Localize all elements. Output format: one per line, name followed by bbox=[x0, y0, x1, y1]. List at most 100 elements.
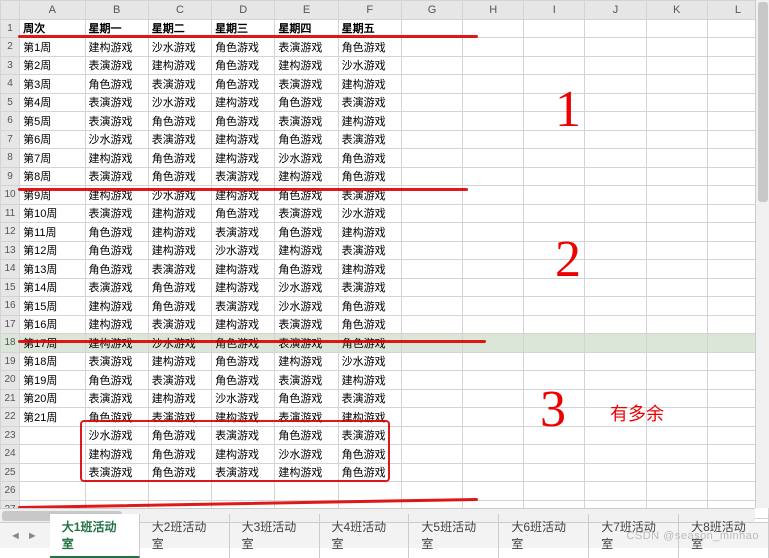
cell[interactable]: 第14周 bbox=[20, 278, 85, 297]
cell[interactable]: 角色游戏 bbox=[85, 408, 148, 427]
cell[interactable]: 表演游戏 bbox=[275, 371, 338, 390]
cell[interactable] bbox=[463, 223, 524, 242]
cell[interactable] bbox=[585, 445, 646, 464]
row-header[interactable]: 1 bbox=[1, 19, 20, 38]
col-header-D[interactable]: D bbox=[212, 1, 275, 20]
cell[interactable] bbox=[524, 204, 585, 223]
cell[interactable] bbox=[524, 93, 585, 112]
cell[interactable] bbox=[463, 371, 524, 390]
sheet-tab[interactable]: 大1班活动室 bbox=[50, 514, 140, 558]
cell[interactable] bbox=[401, 38, 462, 57]
cell[interactable] bbox=[401, 297, 462, 316]
cell[interactable] bbox=[646, 463, 707, 482]
cell[interactable]: 建构游戏 bbox=[212, 149, 275, 168]
cell[interactable]: 第12周 bbox=[20, 241, 85, 260]
cell[interactable] bbox=[524, 149, 585, 168]
cell[interactable] bbox=[524, 389, 585, 408]
cell[interactable]: 表演游戏 bbox=[275, 334, 338, 353]
cell[interactable]: 沙水游戏 bbox=[275, 445, 338, 464]
cell[interactable]: 角色游戏 bbox=[212, 75, 275, 94]
cell[interactable] bbox=[463, 389, 524, 408]
cell[interactable]: 建构游戏 bbox=[85, 315, 148, 334]
cell[interactable] bbox=[646, 389, 707, 408]
cell[interactable]: 星期二 bbox=[148, 19, 211, 38]
cell[interactable] bbox=[524, 223, 585, 242]
cell[interactable] bbox=[463, 315, 524, 334]
spreadsheet-grid[interactable]: A B C D E F G H I J K L 1 周次 星期一 星期二 星期三… bbox=[0, 0, 769, 519]
cell[interactable] bbox=[401, 315, 462, 334]
cell[interactable] bbox=[646, 149, 707, 168]
cell[interactable] bbox=[524, 38, 585, 57]
cell[interactable] bbox=[646, 167, 707, 186]
cell[interactable]: 沙水游戏 bbox=[148, 38, 211, 57]
cell[interactable] bbox=[524, 463, 585, 482]
cell[interactable]: 第20周 bbox=[20, 389, 85, 408]
cell[interactable] bbox=[463, 130, 524, 149]
cell[interactable] bbox=[646, 241, 707, 260]
cell[interactable]: 建构游戏 bbox=[275, 167, 338, 186]
cell[interactable] bbox=[585, 19, 646, 38]
cell[interactable]: 星期三 bbox=[212, 19, 275, 38]
cell[interactable]: 表演游戏 bbox=[212, 426, 275, 445]
cell[interactable]: 角色游戏 bbox=[212, 204, 275, 223]
cell[interactable] bbox=[585, 463, 646, 482]
cell[interactable]: 建构游戏 bbox=[85, 297, 148, 316]
cell[interactable]: 星期四 bbox=[275, 19, 338, 38]
cell[interactable]: 第1周 bbox=[20, 38, 85, 57]
row-header[interactable]: 19 bbox=[1, 352, 20, 371]
cell[interactable] bbox=[463, 112, 524, 131]
cell[interactable] bbox=[585, 75, 646, 94]
col-header-E[interactable]: E bbox=[275, 1, 338, 20]
cell[interactable]: 表演游戏 bbox=[85, 167, 148, 186]
cell[interactable] bbox=[585, 389, 646, 408]
col-header-A[interactable]: A bbox=[20, 1, 85, 20]
chevron-left-icon[interactable]: ◄ bbox=[10, 530, 21, 542]
cell[interactable] bbox=[401, 334, 462, 353]
cell[interactable] bbox=[585, 112, 646, 131]
cell[interactable] bbox=[463, 19, 524, 38]
cell[interactable] bbox=[646, 130, 707, 149]
col-header-G[interactable]: G bbox=[401, 1, 462, 20]
cell[interactable] bbox=[524, 167, 585, 186]
row-header[interactable]: 26 bbox=[1, 482, 20, 501]
cell[interactable]: 建构游戏 bbox=[338, 260, 401, 279]
cell[interactable]: 建构游戏 bbox=[338, 371, 401, 390]
cell[interactable]: 角色游戏 bbox=[275, 130, 338, 149]
cell[interactable] bbox=[463, 352, 524, 371]
cell[interactable] bbox=[524, 56, 585, 75]
cell[interactable]: 表演游戏 bbox=[85, 352, 148, 371]
row-header[interactable]: 6 bbox=[1, 112, 20, 131]
cell[interactable]: 第9周 bbox=[20, 186, 85, 205]
row-header[interactable]: 24 bbox=[1, 445, 20, 464]
cell[interactable] bbox=[463, 463, 524, 482]
col-header-C[interactable]: C bbox=[148, 1, 211, 20]
cell[interactable] bbox=[463, 334, 524, 353]
cell[interactable] bbox=[585, 371, 646, 390]
cell[interactable]: 沙水游戏 bbox=[275, 149, 338, 168]
cell[interactable] bbox=[401, 278, 462, 297]
cell[interactable] bbox=[585, 297, 646, 316]
cell[interactable]: 第5周 bbox=[20, 112, 85, 131]
cell[interactable] bbox=[20, 426, 85, 445]
cell[interactable]: 建构游戏 bbox=[275, 352, 338, 371]
cell[interactable] bbox=[463, 241, 524, 260]
row-header[interactable]: 21 bbox=[1, 389, 20, 408]
row-header[interactable]: 4 bbox=[1, 75, 20, 94]
cell[interactable]: 建构游戏 bbox=[212, 130, 275, 149]
cell[interactable] bbox=[401, 482, 462, 501]
sheet-tab[interactable]: 大4班活动室 bbox=[320, 514, 410, 558]
cell[interactable]: 沙水游戏 bbox=[212, 241, 275, 260]
cell[interactable] bbox=[646, 297, 707, 316]
cell[interactable]: 第6周 bbox=[20, 130, 85, 149]
cell[interactable]: 建构游戏 bbox=[212, 445, 275, 464]
cell[interactable] bbox=[524, 426, 585, 445]
cell[interactable] bbox=[401, 56, 462, 75]
cell[interactable] bbox=[401, 167, 462, 186]
cell[interactable]: 第7周 bbox=[20, 149, 85, 168]
cell[interactable] bbox=[401, 260, 462, 279]
cell[interactable]: 角色游戏 bbox=[148, 112, 211, 131]
cell[interactable]: 建构游戏 bbox=[338, 223, 401, 242]
cell[interactable] bbox=[401, 19, 462, 38]
cell[interactable]: 表演游戏 bbox=[148, 260, 211, 279]
cell[interactable]: 表演游戏 bbox=[212, 463, 275, 482]
